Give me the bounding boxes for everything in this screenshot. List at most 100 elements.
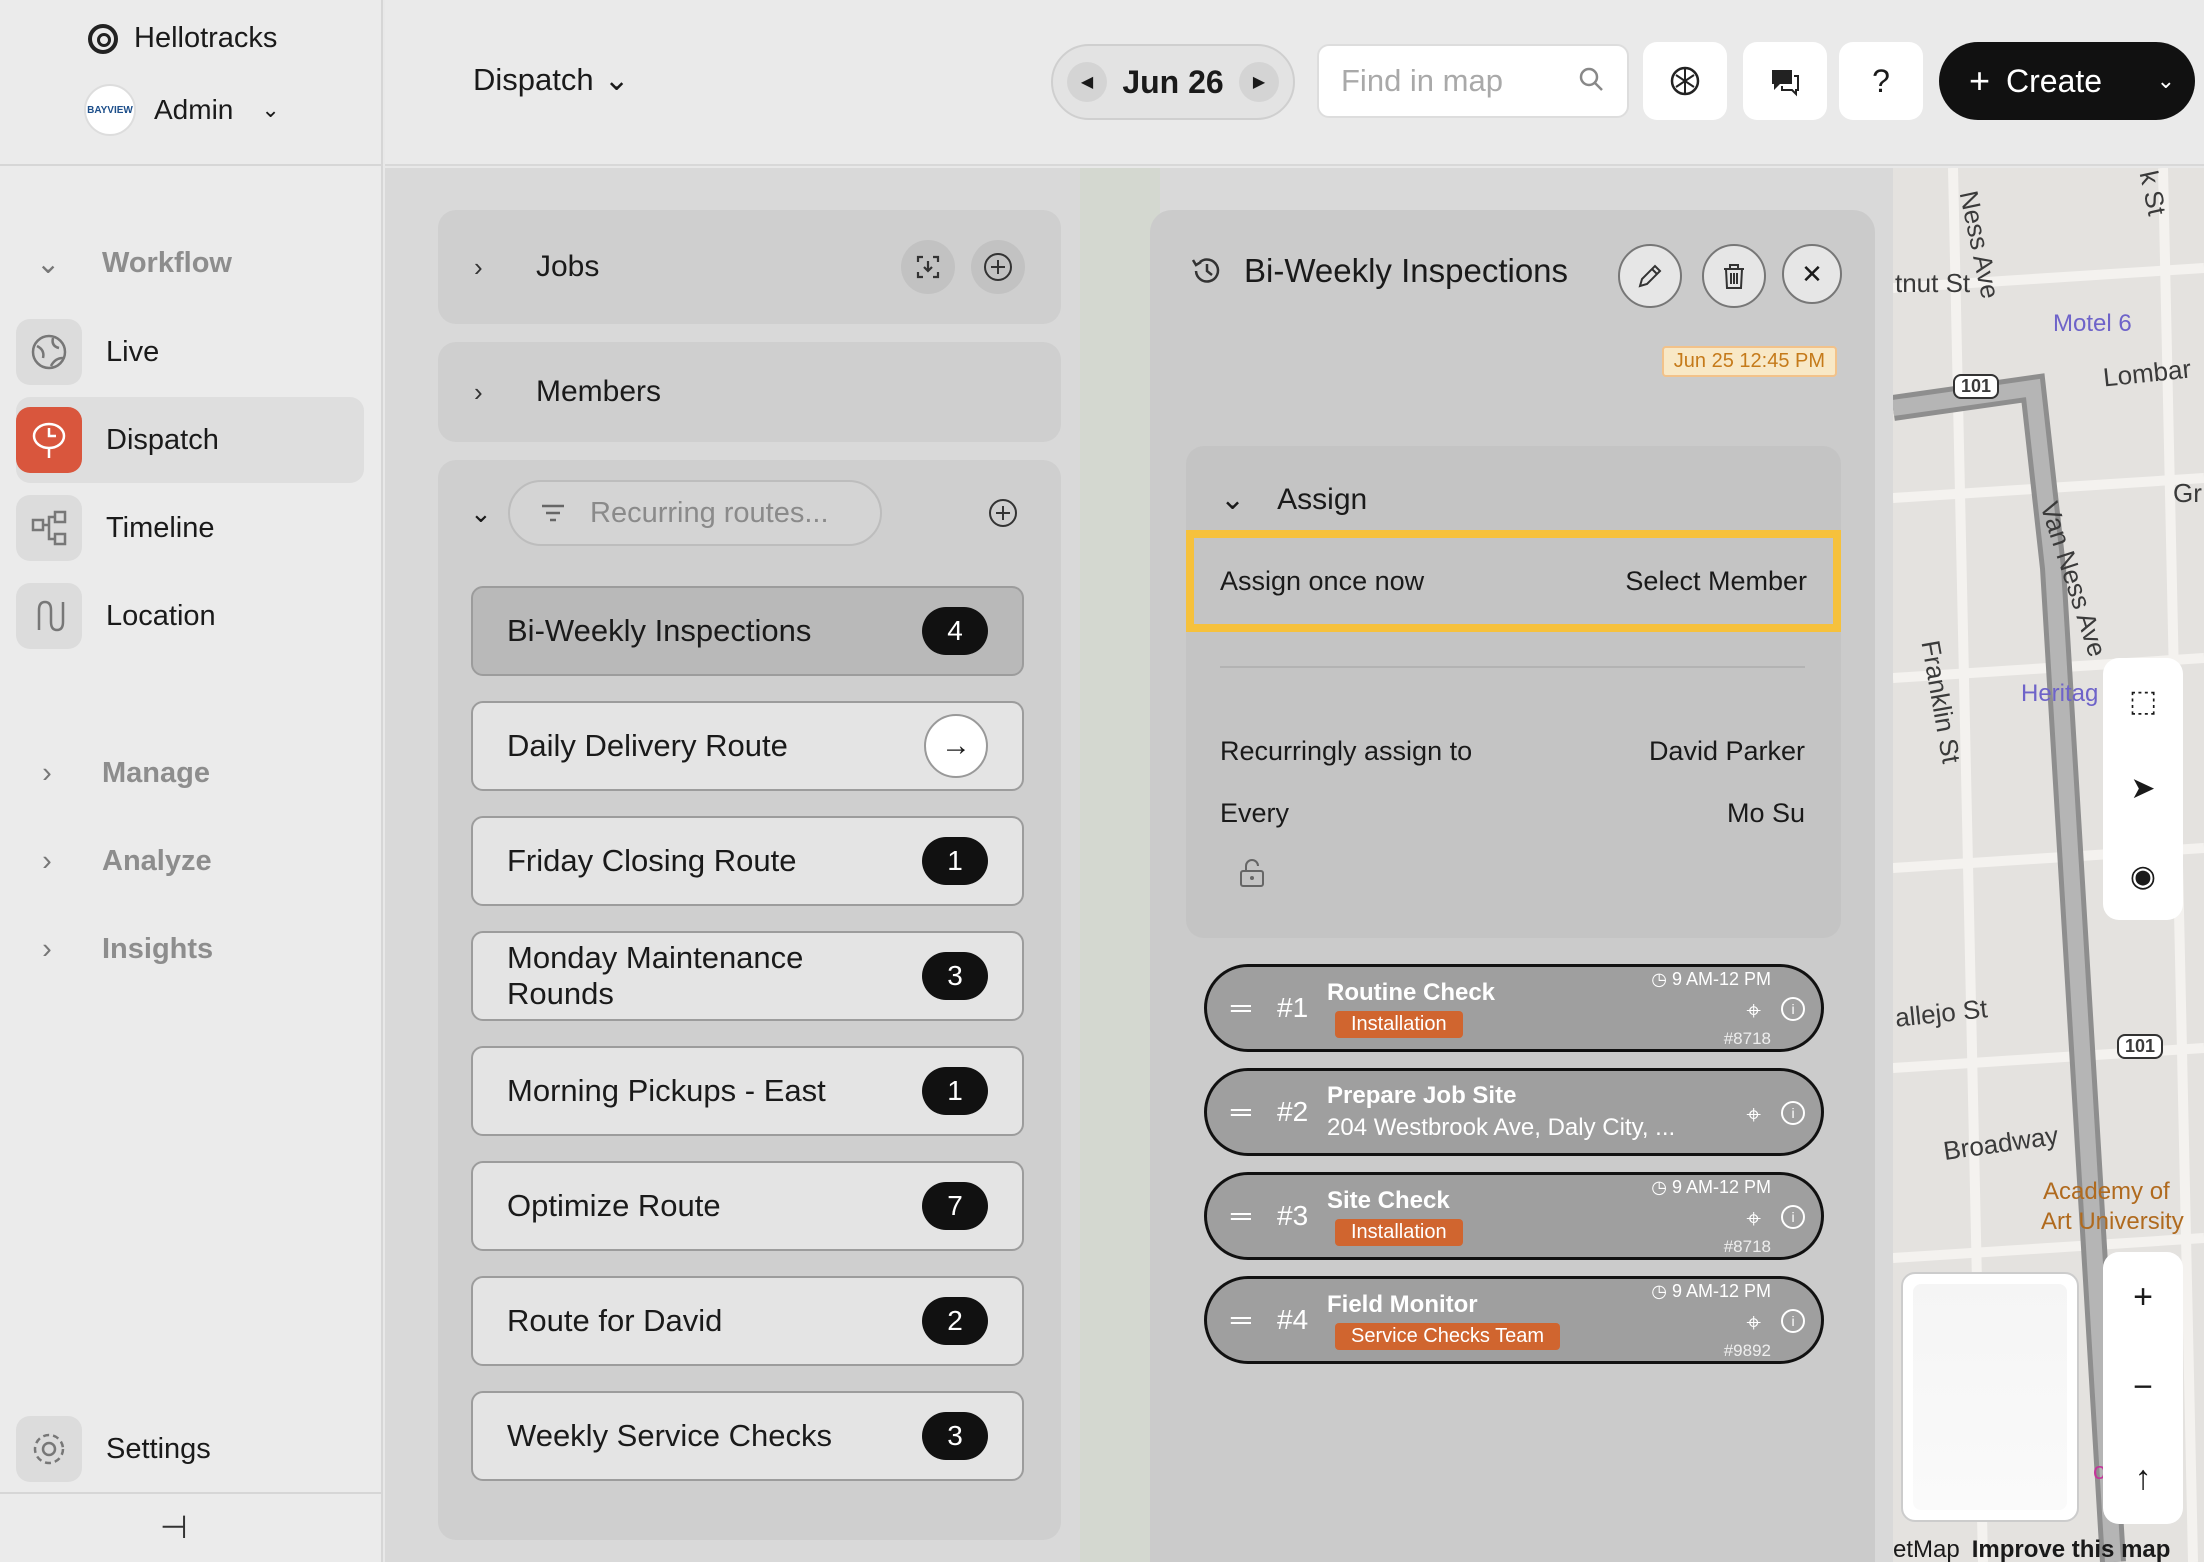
info-icon[interactable]: i xyxy=(1781,1309,1805,1333)
drag-handle-icon[interactable]: ═ xyxy=(1231,1304,1265,1336)
ai-icon xyxy=(1670,66,1700,96)
improve-map-link[interactable]: Improve this map xyxy=(1972,1536,2171,1562)
locate-icon[interactable]: ⌖ xyxy=(1746,1307,1761,1339)
sidebar: Hellotracks BAYVIEW Admin ⌄ ⌄ Workflow L… xyxy=(0,0,383,1562)
route-item[interactable]: Optimize Route 7 xyxy=(471,1161,1024,1251)
chat-button[interactable] xyxy=(1743,42,1827,120)
route-item[interactable]: Friday Closing Route 1 xyxy=(471,816,1024,906)
close-panel-button[interactable]: ✕ xyxy=(1782,244,1842,304)
import-jobs-button[interactable] xyxy=(901,240,955,294)
chevron-right-icon: › xyxy=(42,845,52,877)
map-view[interactable]: Ness Ave tnut St k St Motel 6 Lombar Gr … xyxy=(1893,168,2204,1562)
ai-assistant-button[interactable] xyxy=(1643,42,1727,120)
date-picker: ◀ Jun 26 ▶ xyxy=(1051,44,1295,120)
chevron-down-icon[interactable]: ⌄ xyxy=(470,498,500,529)
route-count-badge: 7 xyxy=(922,1182,988,1230)
view-dropdown[interactable]: Dispatch ⌄ xyxy=(473,62,630,98)
gear-icon xyxy=(16,1416,82,1482)
locate-icon[interactable]: ⌖ xyxy=(1746,995,1761,1027)
recurring-routes-section: ⌄ Recurring routes... Bi-Weekly Inspecti… xyxy=(438,460,1061,1540)
nav-group-manage[interactable]: › Manage xyxy=(36,757,210,790)
prev-day-button[interactable]: ◀ xyxy=(1067,62,1107,102)
eye-icon[interactable]: ◉ xyxy=(2130,859,2156,894)
sidebar-item-dispatch[interactable]: Dispatch xyxy=(16,397,364,483)
map-tools: ⬚ ➤ ◉ xyxy=(2103,658,2183,920)
sidebar-item-live[interactable]: Live xyxy=(16,309,364,395)
chevron-right-icon[interactable]: › xyxy=(474,377,504,408)
route-item[interactable]: Weekly Service Checks 3 xyxy=(471,1391,1024,1481)
route-count-badge: 3 xyxy=(922,1412,988,1460)
north-arrow-icon[interactable]: ↑ xyxy=(2135,1459,2152,1498)
route-item[interactable]: Monday Maintenance Rounds 3 xyxy=(471,931,1024,1021)
account-switcher[interactable]: BAYVIEW Admin ⌄ xyxy=(84,84,280,136)
chevron-down-icon[interactable]: ⌄ xyxy=(2157,68,2175,94)
next-day-button[interactable]: ▶ xyxy=(1239,62,1279,102)
time-window: ◷ 9 AM-12 PM xyxy=(1651,1177,1771,1197)
assign-toggle[interactable]: ⌄ Assign xyxy=(1220,482,1367,517)
close-icon: ✕ xyxy=(1801,258,1823,289)
arrow-right-icon[interactable]: → xyxy=(924,714,988,778)
plus-icon: + xyxy=(1969,60,1991,101)
create-button[interactable]: + Create ⌄ xyxy=(1939,42,2195,120)
route-job[interactable]: ═ #2 Prepare Job Site 204 Westbrook Ave,… xyxy=(1204,1068,1824,1156)
nav-group-analyze[interactable]: › Analyze xyxy=(36,845,211,878)
recurring-assignee: David Parker xyxy=(1648,736,1805,766)
zoom-out-icon[interactable]: − xyxy=(2133,1368,2153,1407)
jobs-title[interactable]: Jobs xyxy=(536,250,599,284)
nav-group-insights[interactable]: › Insights xyxy=(36,933,213,966)
info-icon[interactable]: i xyxy=(1781,1101,1805,1125)
job-tag: Service Checks Team xyxy=(1335,1322,1561,1350)
add-route-button[interactable] xyxy=(976,486,1030,540)
poi-label: Academy of xyxy=(2043,1178,2170,1205)
info-icon[interactable]: i xyxy=(1781,997,1805,1021)
route-item[interactable]: Route for David 2 xyxy=(471,1276,1024,1366)
plus-circle-icon xyxy=(989,499,1017,527)
route-item[interactable]: Morning Pickups - East 1 xyxy=(471,1046,1024,1136)
add-job-button[interactable] xyxy=(971,240,1025,294)
route-job[interactable]: ═ #1 Routine Check Installation ◷ 9 AM-1… xyxy=(1204,964,1824,1052)
members-title[interactable]: Members xyxy=(536,375,661,409)
sidebar-item-settings[interactable]: Settings xyxy=(16,1406,364,1492)
chevron-right-icon: › xyxy=(42,933,52,965)
chevron-right-icon[interactable]: › xyxy=(474,252,504,283)
detail-title: Bi-Weekly Inspections xyxy=(1244,252,1569,289)
info-icon[interactable]: i xyxy=(1781,1205,1805,1229)
brand[interactable]: Hellotracks xyxy=(88,22,277,55)
current-date[interactable]: Jun 26 xyxy=(1122,64,1223,101)
job-tag: Installation xyxy=(1335,1010,1463,1038)
locate-icon[interactable]: ⌖ xyxy=(1746,1099,1761,1131)
globe-icon xyxy=(16,319,82,385)
select-area-icon[interactable]: ⬚ xyxy=(2129,684,2157,719)
routes-filter-input[interactable]: Recurring routes... xyxy=(508,480,882,546)
locate-icon[interactable]: ⌖ xyxy=(1746,1203,1761,1235)
route-count-badge: 1 xyxy=(922,1067,988,1115)
location-icon xyxy=(16,583,82,649)
route-item[interactable]: Daily Delivery Route → xyxy=(471,701,1024,791)
add-point-icon[interactable]: ➤ xyxy=(2130,771,2155,806)
drag-handle-icon[interactable]: ═ xyxy=(1231,1096,1265,1128)
route-count-badge: 4 xyxy=(922,607,988,655)
divider xyxy=(0,1492,383,1494)
divider xyxy=(1220,666,1805,668)
drag-handle-icon[interactable]: ═ xyxy=(1231,1200,1265,1232)
sidebar-item-location[interactable]: Location xyxy=(16,573,364,659)
drag-handle-icon[interactable]: ═ xyxy=(1231,992,1265,1024)
route-job[interactable]: ═ #4 Field Monitor Service Checks Team ◷… xyxy=(1204,1276,1824,1364)
select-member-button[interactable]: Select Member xyxy=(1625,566,1807,597)
map-attribution: etMap Improve this map xyxy=(1893,1536,2171,1562)
route-job[interactable]: ═ #3 Site Check Installation ◷ 9 AM-12 P… xyxy=(1204,1172,1824,1260)
help-button[interactable]: ? xyxy=(1839,42,1923,120)
recurrence-row[interactable]: Every Mo Su xyxy=(1220,798,1805,829)
zoom-in-icon[interactable]: + xyxy=(2133,1278,2153,1317)
search-input[interactable] xyxy=(1341,63,1561,99)
map-layers-panel[interactable] xyxy=(1901,1272,2079,1522)
edit-route-button[interactable] xyxy=(1618,244,1682,308)
clock-icon: ◷ xyxy=(1651,1177,1672,1197)
nav-group-workflow[interactable]: ⌄ Workflow xyxy=(36,246,232,281)
delete-route-button[interactable] xyxy=(1702,244,1766,308)
pin-sidebar-icon[interactable]: ⊣ xyxy=(160,1508,188,1546)
route-item[interactable]: Bi-Weekly Inspections 4 xyxy=(471,586,1024,676)
sidebar-item-timeline[interactable]: Timeline xyxy=(16,485,364,571)
unlock-icon[interactable] xyxy=(1238,858,1266,895)
recurring-assign-row[interactable]: Recurringly assign to David Parker xyxy=(1220,736,1805,767)
